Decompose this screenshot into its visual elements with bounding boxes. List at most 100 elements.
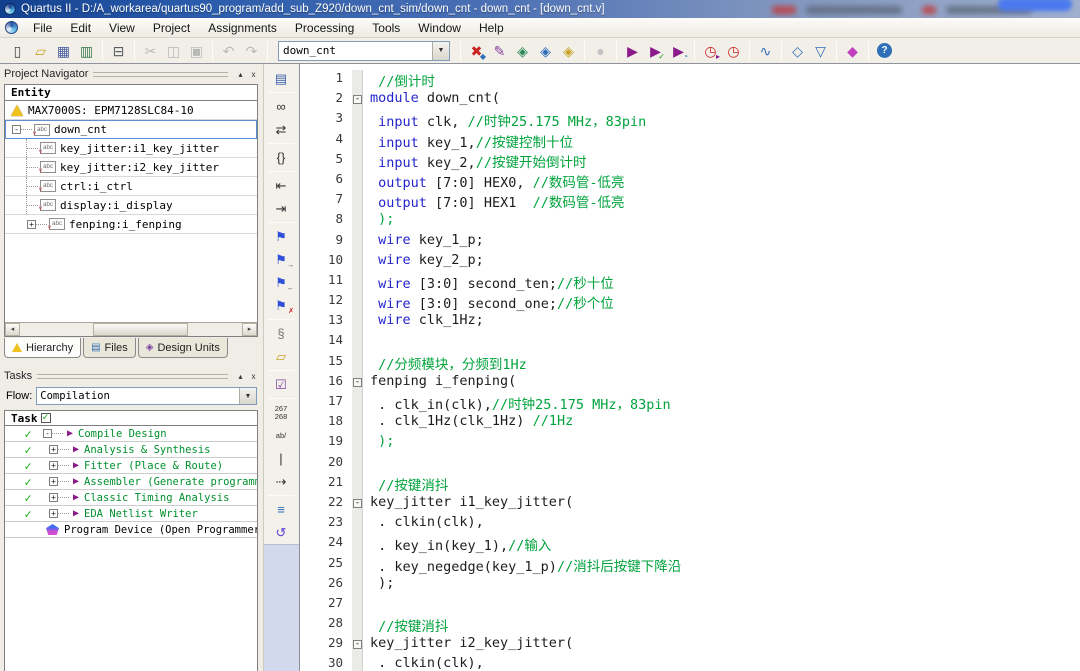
attach-file-icon[interactable]: §: [264, 322, 298, 345]
code-line[interactable]: 20: [300, 454, 1080, 474]
start-timing-analysis-icon[interactable]: ▶◔: [667, 40, 690, 62]
code-line[interactable]: 12 wire [3:0] second_one;//秒个位: [300, 292, 1080, 312]
decrease-indent-icon[interactable]: ⇤: [264, 174, 298, 197]
code-line[interactable]: 10 wire key_2_p;: [300, 252, 1080, 272]
task-row-classic-timing-analysis[interactable]: ✓+▶Classic Timing Analysis: [5, 490, 257, 506]
open-file-icon[interactable]: ▱: [29, 40, 52, 62]
code-line[interactable]: 21 //按键消抖: [300, 474, 1080, 494]
menu-edit[interactable]: Edit: [61, 18, 100, 38]
scrollbar-thumb[interactable]: [93, 323, 188, 336]
scroll-left-icon[interactable]: ◂: [5, 323, 20, 336]
clear-bookmarks-icon[interactable]: ⚑✗: [264, 294, 298, 317]
expand-icon[interactable]: +: [49, 477, 58, 486]
expand-icon[interactable]: +: [27, 220, 36, 229]
code-line[interactable]: 23 . clkin(clk),: [300, 514, 1080, 534]
programmer-icon[interactable]: ◆: [841, 40, 864, 62]
new-file-icon[interactable]: ▯: [6, 40, 29, 62]
tab-files[interactable]: ▤Files: [83, 338, 136, 358]
horizontal-scrollbar[interactable]: ◂ ▸: [5, 322, 257, 336]
code-line[interactable]: 1 //倒计时: [300, 70, 1080, 90]
prev-bookmark-icon[interactable]: ⚑←: [264, 271, 298, 294]
find-icon[interactable]: ∞: [264, 95, 298, 118]
expand-icon[interactable]: +: [49, 493, 58, 502]
increase-indent-icon[interactable]: ⇥: [264, 197, 298, 220]
waveform-editor-icon[interactable]: ∿: [754, 40, 777, 62]
current-entity-combobox[interactable]: down_cnt ▼: [278, 41, 450, 61]
run-task-icon[interactable]: ▶: [73, 444, 79, 455]
replace-icon[interactable]: ⇄: [264, 118, 298, 141]
menu-assignments[interactable]: Assignments: [199, 18, 286, 38]
code-line[interactable]: 16-fenping i_fenping(: [300, 373, 1080, 393]
next-bookmark-icon[interactable]: ⚑→: [264, 248, 298, 271]
fold-collapse-icon[interactable]: -: [353, 378, 362, 387]
code-line[interactable]: 4 input key_1,//按键控制十位: [300, 131, 1080, 151]
run-task-icon[interactable]: ▶: [73, 476, 79, 487]
start-compilation-icon[interactable]: ▶: [621, 40, 644, 62]
menu-project[interactable]: Project: [144, 18, 199, 38]
code-line[interactable]: 17 . clk_in(clk),//时钟25.175 MHz，83pin: [300, 393, 1080, 413]
align-lines-icon[interactable]: ≡: [264, 498, 298, 521]
fold-collapse-icon[interactable]: -: [353, 499, 362, 508]
goto-line-icon[interactable]: ⇢: [264, 470, 298, 493]
assignment-editor-icon[interactable]: ✖◆: [465, 40, 488, 62]
code-line[interactable]: 25 . key_negedge(key_1_p)//消抖后按键下降沿: [300, 555, 1080, 575]
code-line[interactable]: 29-key_jitter i2_key_jitter(: [300, 635, 1080, 655]
tree-row-child[interactable]: abcvctrl:i_ctrl: [5, 177, 257, 196]
expand-icon[interactable]: +: [49, 445, 58, 454]
collapse-icon[interactable]: -: [43, 429, 52, 438]
menu-help[interactable]: Help: [470, 18, 513, 38]
help-icon[interactable]: ?: [873, 40, 896, 62]
chevron-down-icon[interactable]: ▼: [239, 388, 256, 404]
code-line[interactable]: 30 . clkin(clk),: [300, 655, 1080, 671]
comment-icon[interactable]: ab/: [264, 424, 298, 447]
start-analysis-synthesis-icon[interactable]: ▶✓: [644, 40, 667, 62]
collapse-icon[interactable]: -: [12, 125, 21, 134]
change-case-icon[interactable]: ↺: [264, 521, 298, 544]
code-line[interactable]: 18 . clk_1Hz(clk_1Hz) //1Hz: [300, 413, 1080, 433]
task-row-analysis-synthesis[interactable]: ✓+▶Analysis & Synthesis: [5, 442, 257, 458]
tree-row-child[interactable]: abcvdisplay:i_display: [5, 196, 257, 215]
code-line[interactable]: 22-key_jitter i1_key_jitter(: [300, 494, 1080, 514]
code-line[interactable]: 14: [300, 332, 1080, 352]
match-brace-icon[interactable]: {}: [264, 146, 298, 169]
task-row-program-device-open-programmer-[interactable]: Program Device (Open Programmer): [5, 522, 257, 538]
tree-row-device[interactable]: MAX7000S: EPM7128SLC84-10: [5, 101, 257, 120]
run-task-icon[interactable]: ▶: [73, 492, 79, 503]
code-line[interactable]: 9 wire key_1_p;: [300, 232, 1080, 252]
tree-row-child[interactable]: abcvkey_jitter:i1_key_jitter: [5, 139, 257, 158]
settings-book-gold-icon[interactable]: ◈: [557, 40, 580, 62]
menu-processing[interactable]: Processing: [286, 18, 363, 38]
code-line[interactable]: 2-module down_cnt(: [300, 90, 1080, 110]
run-task-icon[interactable]: ▶: [67, 428, 73, 439]
code-line[interactable]: 11 wire [3:0] second_ten;//秒十位: [300, 272, 1080, 292]
settings-book-green-icon[interactable]: ◈: [511, 40, 534, 62]
check-syntax-icon[interactable]: ☑: [264, 373, 298, 396]
panel-close-button[interactable]: x: [248, 371, 259, 382]
scroll-right-icon[interactable]: ▸: [242, 323, 257, 336]
tree-row-root[interactable]: -abcvdown_cnt: [5, 120, 257, 139]
toggle-bookmark-icon[interactable]: ⚑: [264, 225, 298, 248]
menu-window[interactable]: Window: [409, 18, 470, 38]
code-line[interactable]: 8 );: [300, 211, 1080, 231]
fold-collapse-icon[interactable]: -: [353, 640, 362, 649]
panel-splitter[interactable]: [0, 360, 263, 368]
pin-planner-icon[interactable]: ✎: [488, 40, 511, 62]
task-row-compile-design[interactable]: ✓-▶Compile Design: [5, 426, 257, 442]
task-select-all-checkbox[interactable]: ✓: [41, 413, 51, 423]
task-row-assembler-generate-programming[interactable]: ✓+▶Assembler (Generate programming: [5, 474, 257, 490]
save-all-icon[interactable]: ▥: [75, 40, 98, 62]
menu-tools[interactable]: Tools: [363, 18, 409, 38]
code-line[interactable]: 13 wire clk_1Hz;: [300, 312, 1080, 332]
menu-view[interactable]: View: [100, 18, 144, 38]
task-row-fitter-place-route-[interactable]: ✓+▶Fitter (Place & Route): [5, 458, 257, 474]
rtl-viewer-icon[interactable]: ▽: [809, 40, 832, 62]
templates-window-icon[interactable]: ▤: [264, 67, 298, 90]
chevron-down-icon[interactable]: ▼: [432, 42, 449, 60]
menu-file[interactable]: File: [24, 18, 61, 38]
tab-hierarchy[interactable]: Hierarchy: [4, 338, 81, 358]
code-line[interactable]: 6 output [7:0] HEX0, //数码管-低亮: [300, 171, 1080, 191]
scrollbar-track[interactable]: [20, 323, 242, 336]
expand-icon[interactable]: +: [49, 509, 58, 518]
run-task-icon[interactable]: ▶: [73, 508, 79, 519]
code-editor[interactable]: 1 //倒计时2-module down_cnt(3 input clk, //…: [299, 64, 1080, 671]
